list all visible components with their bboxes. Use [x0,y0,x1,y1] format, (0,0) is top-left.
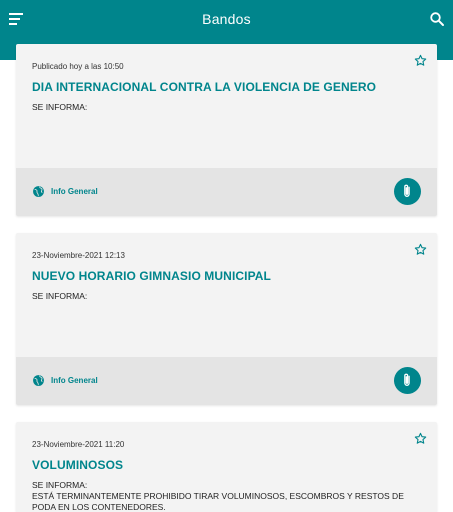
card-title[interactable]: VOLUMINOSOS [32,458,123,472]
category-label: Info General [51,187,98,196]
card-body-line: ESTÁ TERMINANTEMENTE PROHIBIDO TIRAR VOL… [32,491,404,512]
attachment-button[interactable] [394,178,421,205]
card-title[interactable]: NUEVO HORARIO GIMNASIO MUNICIPAL [32,269,271,283]
card-body-line: SE INFORMA: [32,291,88,301]
bando-card[interactable]: Publicado hoy a las 10:50 DIA INTERNACIO… [16,44,437,216]
card-date: Publicado hoy a las 10:50 [32,62,124,71]
bando-card[interactable]: 23-Noviembre-2021 12:13 NUEVO HORARIO GI… [16,233,437,405]
paperclip-icon [404,373,410,386]
bando-card[interactable]: 23-Noviembre-2021 11:20 VOLUMINOSOS SE I… [16,422,437,512]
star-icon[interactable] [414,243,427,256]
card-footer: Info General [16,168,437,216]
card-date: 23-Noviembre-2021 12:13 [32,251,125,260]
card-date: 23-Noviembre-2021 11:20 [32,440,125,449]
bandos-list[interactable]: Publicado hoy a las 10:50 DIA INTERNACIO… [0,0,453,512]
card-body-line: SE INFORMA: [32,102,88,112]
card-body: SE INFORMA: [32,102,422,113]
card-title[interactable]: DIA INTERNACIONAL CONTRA LA VIOLENCIA DE… [32,80,376,94]
paperclip-icon [404,184,410,197]
card-body: SE INFORMA: [32,291,422,302]
category-label: Info General [51,376,98,385]
attachment-button[interactable] [394,367,421,394]
star-icon[interactable] [414,54,427,67]
star-icon[interactable] [414,432,427,445]
card-body-line: SE INFORMA: [32,480,88,490]
globe-icon [32,374,45,387]
card-body: SE INFORMA: ESTÁ TERMINANTEMENTE PROHIBI… [32,480,422,512]
card-footer: Info General [16,357,437,405]
globe-icon [32,185,45,198]
